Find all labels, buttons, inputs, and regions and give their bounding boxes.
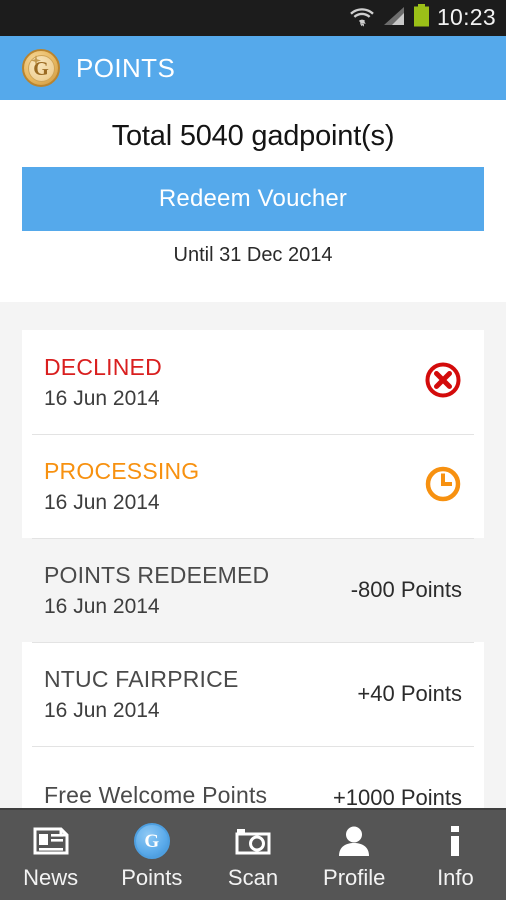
newspaper-icon (33, 822, 69, 860)
transaction-title: POINTS REDEEMED (44, 561, 270, 588)
transaction-card: DECLINED 16 Jun 2014 PROCESSING 16 Jun 2… (22, 330, 484, 808)
nav-label-news: News (23, 864, 79, 890)
table-row[interactable]: Free Welcome Points +1000 Points (22, 746, 484, 808)
person-icon (337, 822, 371, 860)
nav-item-news[interactable]: News (0, 810, 101, 900)
transaction-amount: +40 Points (357, 681, 462, 706)
coin-sparkle-icon (31, 55, 41, 66)
cellular-signal-icon (382, 5, 406, 32)
transaction-date: 16 Jun 2014 (44, 490, 160, 514)
wifi-icon (349, 4, 375, 33)
gadpoint-coin-logo-icon: G (22, 49, 60, 87)
nav-item-info[interactable]: Info (405, 810, 506, 900)
nav-item-profile[interactable]: Profile (304, 810, 405, 900)
transaction-amount: -800 Points (350, 577, 462, 602)
transaction-title: Free Welcome Points (44, 781, 268, 808)
battery-icon (413, 3, 430, 33)
redeem-voucher-button[interactable]: Redeem Voucher (22, 167, 484, 231)
nav-item-points[interactable]: G Points (101, 810, 202, 900)
nav-item-scan[interactable]: Scan (202, 810, 303, 900)
transaction-info: POINTS REDEEMED 16 Jun 2014 (44, 562, 269, 619)
transaction-title: NTUC FAIRPRICE (44, 665, 239, 692)
table-row[interactable]: NTUC FAIRPRICE 16 Jun 2014 +40 Points (22, 642, 484, 746)
bottom-navigation-bar: News G Points Scan Profile Info (0, 808, 506, 900)
transaction-list-area[interactable]: DECLINED 16 Jun 2014 PROCESSING 16 Jun 2… (0, 302, 506, 808)
status-bar: 10:23 (0, 0, 506, 36)
transaction-info: DECLINED 16 Jun 2014 (44, 354, 162, 411)
clock-icon (424, 465, 462, 508)
transaction-title: PROCESSING (44, 457, 200, 484)
app-root: 10:23 G POINTS Total 5040 gadpoint(s) Re… (0, 0, 506, 900)
total-points-label: Total 5040 gadpoint(s) (111, 120, 395, 152)
transaction-amount: +1000 Points (332, 785, 462, 808)
camera-icon (235, 822, 271, 860)
transaction-date: 16 Jun 2014 (44, 386, 160, 410)
transaction-info: Free Welcome Points (44, 782, 267, 809)
transaction-date: 16 Jun 2014 (44, 594, 160, 618)
points-summary-panel: Total 5040 gadpoint(s) Redeem Voucher Un… (0, 100, 506, 302)
status-bar-clock: 10:23 (436, 3, 496, 30)
transaction-info: NTUC FAIRPRICE 16 Jun 2014 (44, 666, 238, 723)
transaction-date: 16 Jun 2014 (44, 698, 160, 722)
nav-label-scan: Scan (227, 864, 279, 890)
info-icon (447, 822, 463, 860)
nav-label-profile: Profile (323, 864, 386, 890)
coin-icon: G (133, 822, 170, 860)
table-row[interactable]: POINTS REDEEMED 16 Jun 2014 -800 Points (22, 538, 484, 642)
voucher-validity-label: Until 31 Dec 2014 (173, 244, 333, 266)
transaction-info: PROCESSING 16 Jun 2014 (44, 458, 199, 515)
nav-label-points: Points (121, 864, 183, 890)
transaction-title: DECLINED (44, 353, 162, 380)
page-title: POINTS (76, 52, 176, 83)
table-row[interactable]: PROCESSING 16 Jun 2014 (22, 434, 484, 538)
circle-x-icon (424, 361, 462, 404)
table-row[interactable]: DECLINED 16 Jun 2014 (22, 330, 484, 434)
app-bar: G POINTS (0, 36, 506, 100)
nav-label-info: Info (437, 864, 474, 890)
